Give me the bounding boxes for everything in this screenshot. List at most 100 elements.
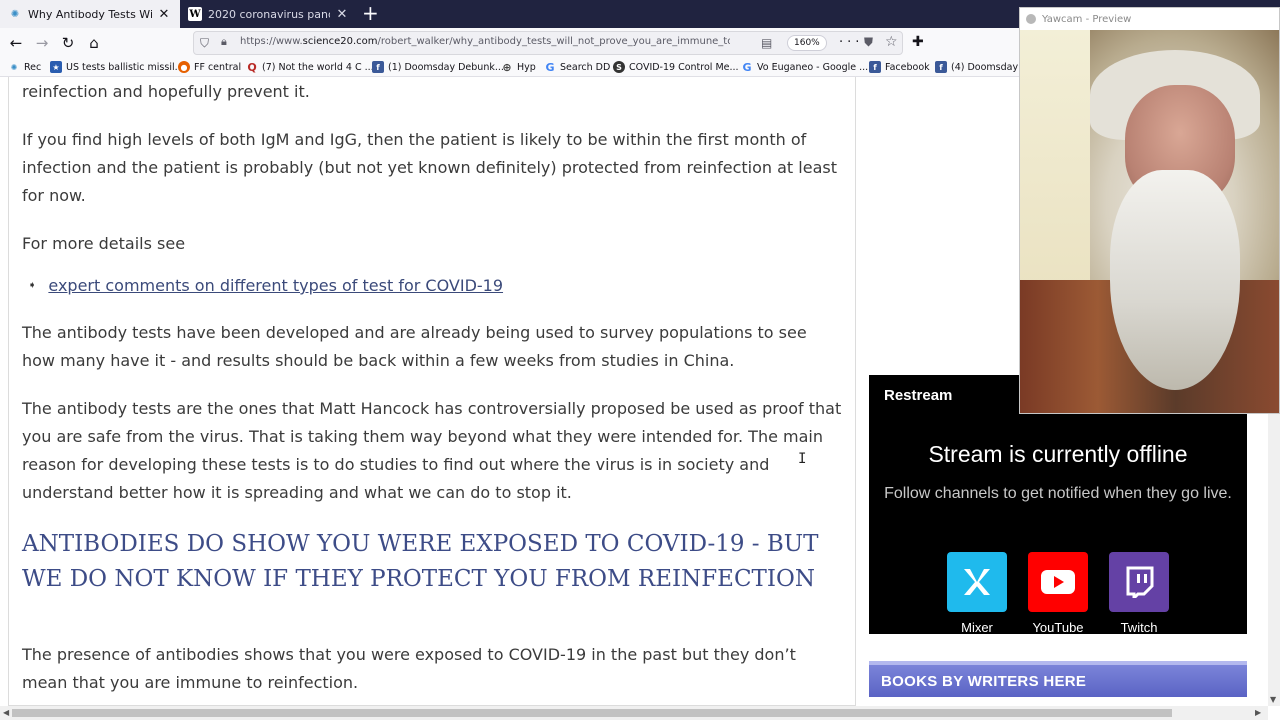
- channel-youtube[interactable]: YouTube: [1028, 552, 1088, 635]
- close-icon[interactable]: ✕: [156, 7, 172, 22]
- bookmark-item[interactable]: ★ US tests ballistic missil...: [50, 60, 184, 74]
- reader-view-icon[interactable]: ▤: [761, 36, 772, 50]
- channel-twitch[interactable]: Twitch: [1109, 552, 1169, 635]
- books-section-header: BOOKS BY WRITERS HERE: [869, 661, 1247, 697]
- bookmark-label: US tests ballistic missil...: [66, 61, 184, 73]
- facebook-icon: f: [935, 61, 947, 73]
- forward-button[interactable]: →: [30, 31, 54, 55]
- zoom-level-button[interactable]: 160%: [787, 35, 827, 51]
- flag-icon: ★: [50, 61, 62, 73]
- facebook-icon: f: [372, 61, 384, 73]
- home-icon: ⌂: [89, 34, 99, 52]
- follow-text: Follow channels to get notified when the…: [884, 485, 1232, 502]
- back-button[interactable]: ←: [4, 31, 28, 55]
- paragraph: The presence of antibodies shows that yo…: [22, 645, 796, 692]
- react-icon: ✺: [10, 62, 18, 72]
- globe-icon: ⊕: [502, 60, 512, 74]
- bookmark-label: FF central: [194, 61, 242, 73]
- bookmark-item[interactable]: ⊕ Hyp: [501, 60, 536, 74]
- bullet-arrow-icon: ➧: [28, 280, 37, 291]
- bookmark-label: (4) Doomsday D: [951, 61, 1029, 73]
- url-host: science20.com: [302, 36, 378, 47]
- address-bar[interactable]: ⛉ 🔒︎ https://www.science20.com/robert_wa…: [193, 31, 903, 55]
- webcam-video: [1020, 30, 1279, 413]
- react-icon: ✺: [10, 8, 20, 20]
- bookmark-item[interactable]: G Vo Euganeo - Google ...: [741, 60, 868, 74]
- books-title: BOOKS BY WRITERS HERE: [881, 673, 1087, 690]
- channel-label: YouTube: [1032, 620, 1084, 635]
- url-text[interactable]: https://www.science20.com/robert_walker/…: [240, 36, 730, 47]
- bookmark-label: Hyp: [517, 61, 536, 73]
- plus-icon: +: [362, 1, 379, 25]
- extensions-puzzle-icon[interactable]: ✚: [912, 34, 924, 50]
- firefox-icon: ●: [178, 61, 190, 73]
- bookmark-item[interactable]: f Facebook: [869, 60, 930, 74]
- channel-mixer[interactable]: Mixer: [947, 552, 1007, 635]
- list-item: ➧ expert comments on different types of …: [22, 272, 503, 300]
- paragraph: The antibody tests are the ones that Mat…: [22, 399, 842, 502]
- tab-wikipedia[interactable]: W 2020 coronavirus pandemic in ✕: [180, 0, 358, 28]
- scrollbar-thumb[interactable]: [12, 709, 1172, 717]
- bookmark-label: Facebook: [885, 61, 930, 73]
- paragraph: reinfection and hopefully prevent it.: [22, 82, 310, 101]
- beard-shape: [1110, 170, 1240, 390]
- reload-button[interactable]: ↻: [56, 31, 80, 55]
- new-tab-button[interactable]: +: [362, 2, 379, 24]
- yawcam-app-icon: [1026, 14, 1036, 24]
- wikipedia-icon: W: [188, 7, 202, 21]
- home-button[interactable]: ⌂: [82, 31, 106, 55]
- facebook-icon: f: [869, 61, 881, 73]
- bookmark-label: (1) Doomsday Debunk...: [388, 61, 504, 73]
- text-cursor-icon: I: [798, 451, 807, 467]
- bookmark-item[interactable]: ● FF central: [178, 60, 241, 74]
- pocket-icon[interactable]: ⛊: [864, 35, 873, 50]
- bookmark-label: (7) Not the world 4 C ...: [262, 61, 374, 73]
- back-arrow-icon: ←: [9, 34, 23, 52]
- paragraph: If you find high levels of both IgM and …: [22, 130, 837, 205]
- quora-icon: Q: [247, 60, 257, 74]
- twitch-icon: [1109, 552, 1169, 612]
- shield-icon: ⛉: [200, 36, 210, 50]
- yawcam-title: Yawcam - Preview: [1042, 13, 1132, 25]
- forward-arrow-icon: →: [35, 34, 49, 52]
- bookmark-label: Search DD: [560, 61, 611, 73]
- lock-icon: 🔒︎: [221, 35, 227, 48]
- paragraph: The antibody tests have been developed a…: [22, 323, 807, 370]
- scroll-down-icon[interactable]: ▼: [1270, 695, 1276, 704]
- s-icon: S: [613, 61, 625, 73]
- page-actions-icon[interactable]: ···: [839, 35, 863, 50]
- bookmark-label: Rec: [24, 61, 42, 73]
- yawcam-preview-window: Yawcam - Preview: [1019, 7, 1280, 414]
- scroll-left-icon[interactable]: ◀: [3, 708, 9, 717]
- url-path: /robert_walker/why_antibody_tests_will_n…: [377, 36, 730, 47]
- channel-label: Mixer: [961, 620, 993, 635]
- tab-antibody-article[interactable]: ✺ Why Antibody Tests Will NOT P ✕: [0, 0, 180, 28]
- bookmark-item[interactable]: f (4) Doomsday D: [935, 60, 1028, 74]
- expert-comments-link[interactable]: expert comments on different types of te…: [48, 272, 503, 300]
- bookmark-item[interactable]: S COVID-19 Control Me...: [613, 60, 739, 74]
- google-icon: G: [742, 60, 752, 74]
- tab-title: 2020 coronavirus pandemic in: [208, 7, 330, 21]
- mixer-icon: [947, 552, 1007, 612]
- bookmark-label: COVID-19 Control Me...: [629, 61, 739, 73]
- horizontal-scrollbar[interactable]: ◀ ▶: [0, 706, 1268, 720]
- tab-title: Why Antibody Tests Will NOT P: [28, 7, 152, 21]
- section-heading: ANTIBODIES DO SHOW YOU WERE EXPOSED TO C…: [22, 531, 819, 592]
- google-icon: G: [545, 60, 555, 74]
- restream-title: Restream: [884, 387, 953, 404]
- reload-icon: ↻: [61, 34, 75, 52]
- bookmark-star-icon[interactable]: ☆: [885, 34, 898, 50]
- bookmark-item[interactable]: Q (7) Not the world 4 C ...: [246, 60, 374, 74]
- close-icon[interactable]: ✕: [334, 7, 350, 22]
- paragraph: For more details see: [22, 234, 186, 253]
- url-prefix: https://www.: [240, 36, 303, 47]
- yawcam-titlebar[interactable]: Yawcam - Preview: [1020, 8, 1279, 30]
- stream-status: Stream is currently offline: [928, 441, 1188, 467]
- bookmark-label: Vo Euganeo - Google ...: [757, 61, 869, 73]
- bookmark-item[interactable]: ✺ Rec: [8, 60, 42, 74]
- scroll-right-icon[interactable]: ▶: [1255, 708, 1261, 717]
- bookmark-item[interactable]: f (1) Doomsday Debunk...: [372, 60, 504, 74]
- bookmark-item[interactable]: G Search DD: [544, 60, 610, 74]
- youtube-icon: [1028, 552, 1088, 612]
- article-body: reinfection and hopefully prevent it. If…: [8, 77, 856, 706]
